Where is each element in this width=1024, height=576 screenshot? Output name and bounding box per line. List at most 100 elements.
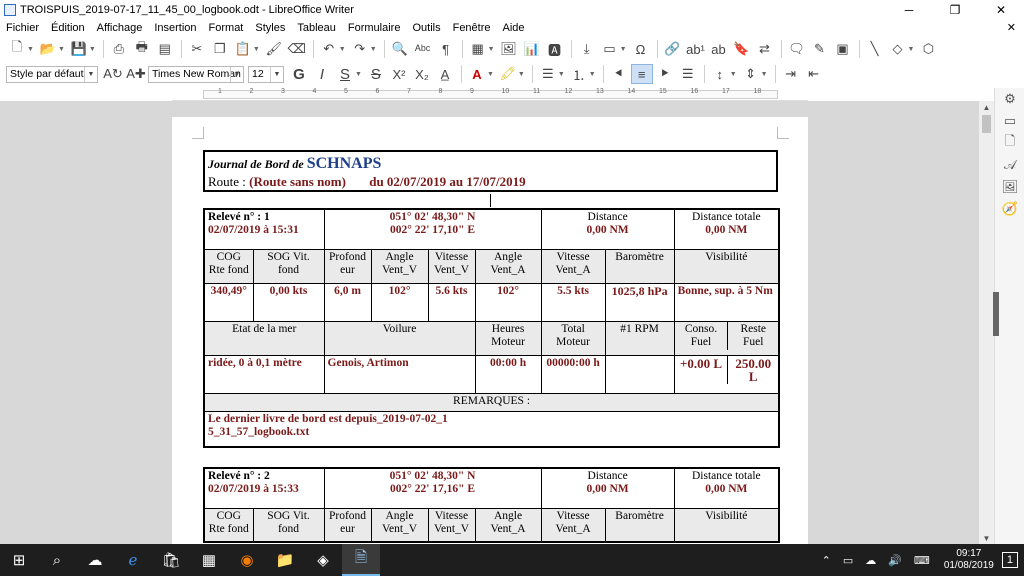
line-spacing-icon[interactable]: ↕ — [709, 64, 731, 84]
chevron-down-icon[interactable]: ▼ — [558, 71, 565, 78]
chevron-down-icon[interactable]: ▼ — [230, 66, 243, 82]
undo-icon[interactable]: ↶ — [318, 39, 340, 59]
gallery-style-icon[interactable]: 𝒜 — [995, 154, 1024, 176]
paragraph-style-combo[interactable]: Style par défaut ▼ — [6, 65, 98, 83]
find-replace-icon[interactable]: 🔍 — [389, 39, 411, 59]
special-character-icon[interactable]: Ω — [630, 39, 652, 59]
export-pdf-icon[interactable]: ⎙ — [108, 39, 130, 59]
paragraph-spacing-icon[interactable]: ⇕ — [740, 64, 762, 84]
bullets-icon[interactable]: ☰ — [537, 64, 559, 84]
chevron-down-icon[interactable]: ▼ — [339, 46, 346, 53]
libreoffice-writer-taskbar-icon[interactable]: 🗎 — [342, 544, 380, 576]
scroll-down-icon[interactable]: ▼ — [979, 532, 994, 544]
chevron-down-icon[interactable]: ▼ — [730, 71, 737, 78]
menu-outils[interactable]: Outils — [406, 22, 446, 34]
insert-field-icon[interactable]: ▭ — [599, 39, 621, 59]
new-document-icon[interactable]: 🗋 — [6, 39, 28, 59]
spellcheck-icon[interactable]: ᴬᵇᶜ — [412, 39, 434, 59]
header-footer-icon[interactable]: ▣ — [832, 39, 854, 59]
menu-formulaire[interactable]: Formulaire — [342, 22, 407, 34]
properties-gear-icon[interactable]: ⚙ — [995, 88, 1024, 110]
menu-edition[interactable]: Édition — [45, 22, 91, 34]
chevron-down-icon[interactable]: ▼ — [270, 66, 283, 82]
page-icon[interactable]: ▭ — [995, 110, 1024, 132]
chevron-down-icon[interactable]: ▼ — [58, 46, 65, 53]
chevron-down-icon[interactable]: ▼ — [89, 46, 96, 53]
vertical-scrollbar[interactable]: ▲ ▼ — [979, 101, 994, 544]
numbering-icon[interactable]: ⒈ — [568, 64, 590, 84]
sidebar-collapse-handle[interactable] — [993, 292, 999, 336]
insert-image-icon[interactable]: 🖼 — [498, 39, 520, 59]
font-size-combo[interactable]: 12 ▼ — [248, 65, 284, 83]
align-right-icon[interactable]: ⯈ — [654, 64, 676, 84]
draw-functions-icon[interactable]: ⬡ — [917, 39, 939, 59]
formatting-marks-icon[interactable]: ¶ — [435, 39, 457, 59]
chevron-down-icon[interactable]: ▼ — [355, 71, 362, 78]
subscript-icon[interactable]: X₂ — [411, 64, 433, 84]
justify-icon[interactable]: ☰ — [677, 64, 699, 84]
weather-cloud-icon[interactable]: ☁ — [76, 544, 114, 576]
track-changes-icon[interactable]: ✎ — [809, 39, 831, 59]
basic-shapes-icon[interactable]: ◇ — [887, 39, 909, 59]
align-left-icon[interactable]: ⯇ — [608, 64, 630, 84]
start-windows-icon[interactable]: ⊞ — [0, 544, 38, 576]
internet-explorer-icon[interactable]: ℯ — [114, 544, 152, 576]
network-icon[interactable]: ▭ — [837, 554, 859, 567]
hyperlink-icon[interactable]: 🔗 — [662, 39, 684, 59]
cloud-icon[interactable]: ☁ — [859, 554, 882, 567]
menu-fichier[interactable]: Fichier — [0, 22, 45, 34]
chevron-down-icon[interactable]: ▼ — [370, 46, 377, 53]
menu-aide[interactable]: Aide — [497, 22, 531, 34]
insert-textbox-icon[interactable]: 🅰 — [544, 39, 566, 59]
minimize-button[interactable]: ─ — [886, 0, 932, 19]
menu-tableau[interactable]: Tableau — [291, 22, 342, 34]
open-folder-icon[interactable]: 📂 — [37, 39, 59, 59]
new-style-icon[interactable]: A✚ — [125, 64, 147, 84]
print-preview-icon[interactable]: ▤ — [154, 39, 176, 59]
chevron-down-icon[interactable]: ▼ — [488, 46, 495, 53]
chevron-down-icon[interactable]: ▼ — [518, 71, 525, 78]
store-icon[interactable]: 🛍 — [152, 544, 190, 576]
footnote-icon[interactable]: ab¹ — [685, 39, 707, 59]
align-center-icon[interactable]: ≡ — [630, 64, 653, 84]
menu-affichage[interactable]: Affichage — [91, 22, 149, 34]
strikethrough-icon[interactable]: S — [365, 64, 387, 84]
decrease-indent-icon[interactable]: ⇤ — [803, 64, 825, 84]
chevron-down-icon[interactable]: ▼ — [253, 46, 260, 53]
gallery-icon[interactable]: 🖼 — [995, 176, 1024, 198]
copy-icon[interactable]: ❐ — [209, 39, 231, 59]
chevron-down-icon[interactable]: ▼ — [908, 46, 915, 53]
underline-icon[interactable]: S — [334, 64, 356, 84]
save-icon[interactable]: 💾 — [68, 39, 90, 59]
volume-icon[interactable]: 🔊 — [882, 554, 908, 567]
chevron-down-icon[interactable]: ▼ — [589, 71, 596, 78]
close-button[interactable]: ✕ — [978, 0, 1024, 19]
horizontal-ruler[interactable]: 1 2 3 4 5 6 7 8 9 10 11 12 13 14 15 16 17 18 — [172, 88, 808, 101]
chevron-down-icon[interactable]: ▼ — [487, 71, 494, 78]
print-icon[interactable]: 🖶 — [131, 39, 153, 59]
scrollbar-thumb[interactable] — [982, 115, 991, 133]
keyboard-icon[interactable]: ⌨ — [908, 554, 936, 567]
shadow-icon[interactable]: A̲ — [434, 64, 456, 84]
file-explorer-icon[interactable]: 📁 — [266, 544, 304, 576]
search-icon[interactable]: ⌕ — [38, 544, 76, 576]
highlight-icon[interactable]: 🖍 — [497, 64, 519, 84]
chevron-down-icon[interactable]: ▼ — [761, 71, 768, 78]
clear-formatting-icon[interactable]: ⌫ — [286, 39, 308, 59]
redo-icon[interactable]: ↷ — [349, 39, 371, 59]
calculator-icon[interactable]: ▦ — [190, 544, 228, 576]
font-color-icon[interactable]: A — [466, 64, 488, 84]
firefox-icon[interactable]: ◉ — [228, 544, 266, 576]
bold-icon[interactable]: G — [288, 64, 310, 84]
notification-center-icon[interactable]: 1 — [1001, 552, 1018, 568]
italic-icon[interactable]: I — [311, 64, 333, 84]
insert-chart-icon[interactable]: 📊 — [521, 39, 543, 59]
clone-formatting-icon[interactable]: 🖌 — [263, 39, 285, 59]
paste-icon[interactable]: 📋 — [232, 39, 254, 59]
menu-fenetre[interactable]: Fenêtre — [447, 22, 497, 34]
clock[interactable]: 09:17 01/08/2019 — [936, 548, 1002, 572]
cross-reference-icon[interactable]: ⇄ — [754, 39, 776, 59]
increase-indent-icon[interactable]: ⇥ — [780, 64, 802, 84]
navigator-icon[interactable]: 🧭 — [995, 198, 1024, 220]
styles-icon[interactable]: 🗋 — [995, 132, 1024, 154]
